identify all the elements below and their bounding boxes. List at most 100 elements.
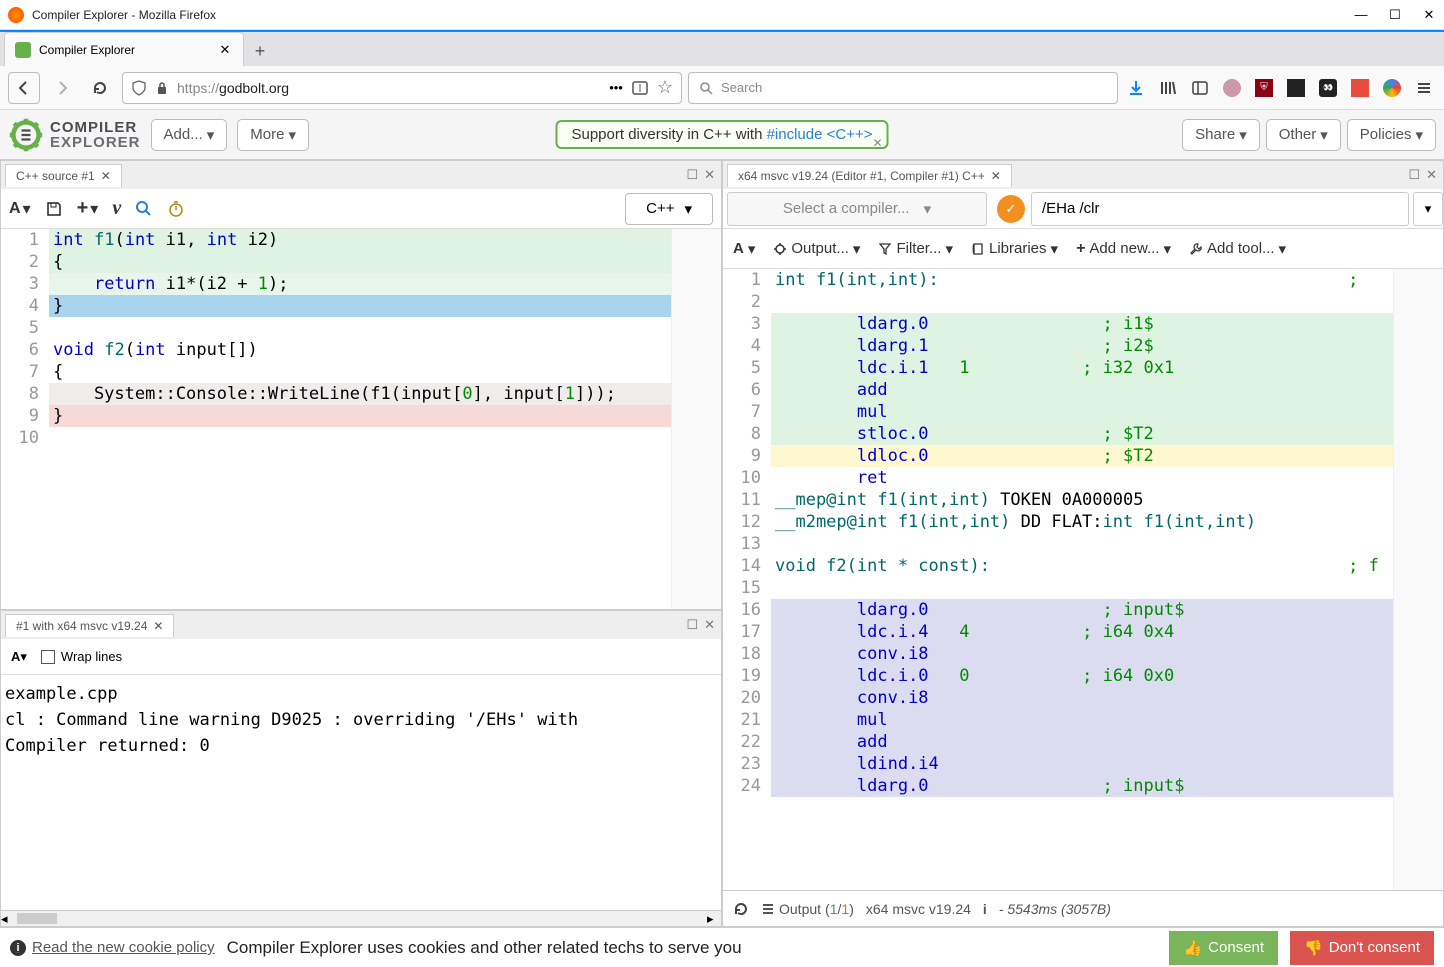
consent-button[interactable]: 👍Consent xyxy=(1169,931,1278,965)
meatball-icon[interactable]: ••• xyxy=(609,80,623,95)
bookmark-star-icon[interactable]: ☆ xyxy=(657,77,673,98)
maximize-pane-icon[interactable]: ☐ xyxy=(686,617,698,633)
share-button[interactable]: Share▾ xyxy=(1182,119,1260,151)
maximize-pane-icon[interactable]: ☐ xyxy=(1408,167,1420,183)
filter-dropdown[interactable]: Filter...▾ xyxy=(878,240,953,258)
banner-link[interactable]: #include <C++> xyxy=(767,126,873,143)
compiler-selector[interactable]: Select a compiler...▾ xyxy=(727,192,987,226)
sidebar-icon[interactable] xyxy=(1188,76,1212,100)
add-tool-dropdown[interactable]: Add tool...▾ xyxy=(1189,240,1286,258)
dont-consent-button[interactable]: 👎Don't consent xyxy=(1290,931,1434,965)
libraries-dropdown[interactable]: Libraries▾ xyxy=(971,240,1058,258)
save-icon[interactable] xyxy=(45,200,63,218)
output-pane: #1 with x64 msvc v19.24 ✕ ☐ ✕ A▾ Wrap li… xyxy=(0,610,722,927)
add-icon[interactable]: +▾ xyxy=(77,197,99,220)
minimize-button[interactable]: — xyxy=(1354,7,1368,23)
compiler-flags-input[interactable]: /EHa /clr xyxy=(1031,192,1409,226)
ext-icon-5[interactable] xyxy=(1348,76,1372,100)
line-gutter: 12345678910 xyxy=(1,229,49,609)
hamburger-icon[interactable] xyxy=(1412,76,1436,100)
shield-icon xyxy=(131,80,147,96)
close-icon[interactable]: ✕ xyxy=(153,619,163,633)
line-gutter: 123456789101112131415161718192021222324 xyxy=(723,269,771,890)
url-bar[interactable]: https://godbolt.org ••• ☆ xyxy=(122,72,682,104)
banner-close-icon[interactable]: ✕ xyxy=(872,136,882,150)
library-icon[interactable] xyxy=(1156,76,1180,100)
output-tab[interactable]: #1 with x64 msvc v19.24 ✕ xyxy=(5,614,174,637)
code-lines[interactable]: int f1(int,int): ; ldarg.0 ; i1$ ldarg.1… xyxy=(771,269,1393,890)
caret-down-icon: ▾ xyxy=(1239,126,1247,144)
tab-close-icon[interactable]: ✕ xyxy=(217,42,233,58)
asm-editor[interactable]: 123456789101112131415161718192021222324 … xyxy=(723,269,1443,890)
language-dropdown[interactable]: C++▾ xyxy=(625,193,713,225)
info-icon[interactable]: i xyxy=(983,901,987,917)
output-dropdown[interactable]: Output...▾ xyxy=(773,240,860,258)
policies-button[interactable]: Policies ▾ xyxy=(1347,119,1436,151)
maximize-button[interactable]: ☐ xyxy=(1388,7,1402,23)
code-lines[interactable]: int f1(int i1, int i2){ return i1*(i2 + … xyxy=(49,229,671,609)
cookie-policy-link[interactable]: i Read the new cookie policy xyxy=(10,939,215,956)
new-tab-button[interactable]: + xyxy=(244,36,276,66)
font-button[interactable]: A▾ xyxy=(9,199,31,219)
output-body[interactable]: example.cppcl : Command line warning D90… xyxy=(1,675,721,910)
back-button[interactable] xyxy=(8,72,40,104)
caret-down-icon: ▾ xyxy=(1415,126,1423,144)
close-pane-icon[interactable]: ✕ xyxy=(1426,167,1437,183)
stopwatch-icon[interactable] xyxy=(167,200,185,218)
status-ok-icon: ✓ xyxy=(997,195,1025,223)
flags-dropdown-icon[interactable]: ▾ xyxy=(1413,192,1443,226)
maximize-pane-icon[interactable]: ☐ xyxy=(686,167,698,183)
close-icon[interactable]: ✕ xyxy=(101,169,111,183)
font-button[interactable]: A▾ xyxy=(733,240,755,258)
minimap[interactable] xyxy=(671,229,721,609)
logo-text-1: COMPILER xyxy=(50,120,141,135)
gear-icon xyxy=(773,242,787,256)
close-icon[interactable]: ✕ xyxy=(991,169,1001,183)
source-editor[interactable]: 12345678910 int f1(int i1, int i2){ retu… xyxy=(1,229,721,609)
compiler-pane: x64 msvc v19.24 (Editor #1, Compiler #1)… xyxy=(722,160,1444,927)
reader-icon[interactable] xyxy=(631,79,649,97)
ext-icon-2[interactable]: ⛨ xyxy=(1252,76,1276,100)
add-button[interactable]: Add... ▾ xyxy=(151,119,228,151)
other-button[interactable]: Other ▾ xyxy=(1266,119,1341,151)
compile-time-label: - 5543ms (3057B) xyxy=(999,901,1111,917)
download-icon[interactable] xyxy=(1124,76,1148,100)
more-button[interactable]: More ▾ xyxy=(237,119,309,151)
url-text: https://godbolt.org xyxy=(177,80,601,96)
app-logo[interactable]: COMPILER EXPLORER xyxy=(8,117,141,153)
wrap-lines-checkbox[interactable]: Wrap lines xyxy=(41,649,122,664)
source-tabs: C++ source #1 ✕ ☐ ✕ xyxy=(1,161,721,189)
add-new-dropdown[interactable]: +Add new...▾ xyxy=(1076,240,1171,258)
ext-icon-6[interactable] xyxy=(1380,76,1404,100)
browser-search-box[interactable]: Search xyxy=(688,72,1118,104)
pane-layout: C++ source #1 ✕ ☐ ✕ A▾ +▾ v C++▾ xyxy=(0,160,1444,927)
thumbs-up-icon: 👍 xyxy=(1183,939,1202,957)
vim-icon[interactable]: v xyxy=(112,197,121,220)
search-icon[interactable] xyxy=(135,200,153,218)
compiler-status-bar: Output (1/1) x64 msvc v19.24 i - 5543ms … xyxy=(723,890,1443,926)
ext-icon-4[interactable]: 👀 xyxy=(1316,76,1340,100)
ext-icon-1[interactable] xyxy=(1220,76,1244,100)
forward-button[interactable] xyxy=(46,72,78,104)
reload-icon[interactable] xyxy=(733,901,749,917)
font-button[interactable]: A▾ xyxy=(11,649,27,665)
browser-tab[interactable]: Compiler Explorer ✕ xyxy=(4,32,244,66)
close-pane-icon[interactable]: ✕ xyxy=(704,617,715,633)
source-tab[interactable]: C++ source #1 ✕ xyxy=(5,164,122,187)
close-pane-icon[interactable]: ✕ xyxy=(704,167,715,183)
compiler-top-row: Select a compiler...▾ ✓ /EHa /clr ▾ xyxy=(723,189,1443,229)
output-toolbar: A▾ Wrap lines xyxy=(1,639,721,675)
minimap[interactable] xyxy=(1393,269,1443,890)
reload-button[interactable] xyxy=(84,72,116,104)
caret-down-icon: ▾ xyxy=(1320,126,1328,144)
compiler-name-label: x64 msvc v19.24 xyxy=(866,901,971,917)
ext-icon-3[interactable] xyxy=(1284,76,1308,100)
compiler-tab[interactable]: x64 msvc v19.24 (Editor #1, Compiler #1)… xyxy=(727,164,1012,187)
source-pane: C++ source #1 ✕ ☐ ✕ A▾ +▾ v C++▾ xyxy=(0,160,722,610)
editor-toolbar: A▾ +▾ v C++▾ xyxy=(1,189,721,229)
browser-tab-strip: Compiler Explorer ✕ + xyxy=(0,30,1444,66)
output-toggle[interactable]: Output (1/1) xyxy=(761,901,854,917)
scrollbar-horizontal[interactable]: ◂▸ xyxy=(1,910,721,926)
close-button[interactable]: ✕ xyxy=(1422,7,1436,23)
thumbs-down-icon: 👎 xyxy=(1304,939,1323,957)
